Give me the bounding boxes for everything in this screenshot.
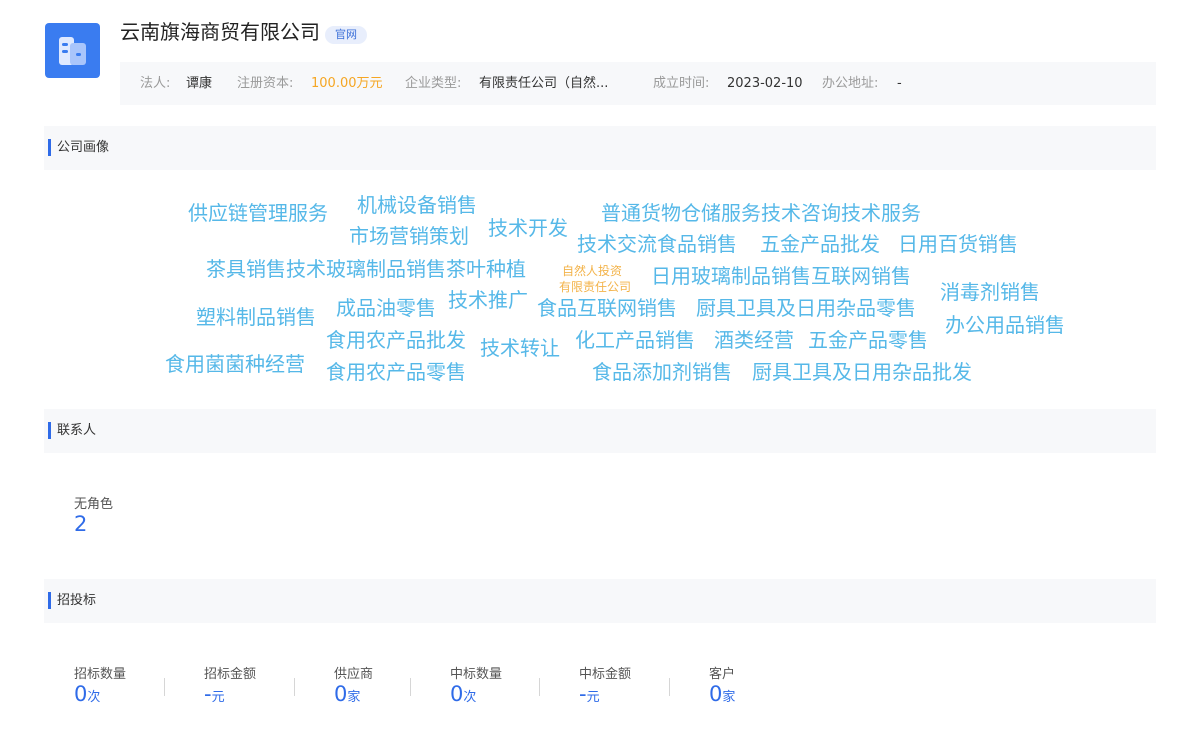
stat-number: - xyxy=(579,682,587,706)
section-accent xyxy=(48,139,51,156)
cloud-word: 消毒剂销售 xyxy=(940,280,1040,304)
stat-unit: 次 xyxy=(463,690,477,705)
cloud-word: 自然人投资 xyxy=(562,264,623,278)
stat-unit: 家 xyxy=(722,690,736,705)
stat-unit: 家 xyxy=(347,690,361,705)
bid-count-value[interactable]: 0次 xyxy=(74,682,100,710)
stat-divider xyxy=(669,678,670,696)
cloud-word: 技术交流食品销售 xyxy=(577,232,737,256)
contact-role-count[interactable]: 2 xyxy=(74,512,87,536)
cloud-word: 食品互联网销售 xyxy=(537,296,677,320)
company-info-bar: 法人: 谭康 注册资本: 100.00万元 企业类型: 有限责任公司（自然...… xyxy=(120,62,1156,105)
win-count-value[interactable]: 0次 xyxy=(450,682,476,710)
cloud-word: 技术开发 xyxy=(488,216,568,240)
cloud-word: 机械设备销售 xyxy=(357,193,477,217)
cloud-word: 日用玻璃制品销售互联网销售 xyxy=(651,264,911,288)
contact-role-label: 无角色 xyxy=(74,497,114,512)
cloud-word: 茶具销售技术玻璃制品销售茶叶种植 xyxy=(206,257,526,281)
cloud-word: 技术推广 xyxy=(448,288,528,312)
official-site-badge[interactable]: 官网 xyxy=(325,26,367,44)
supplier-value[interactable]: 0家 xyxy=(334,682,360,710)
stat-divider xyxy=(410,678,411,696)
stat-number: 0 xyxy=(334,682,348,706)
customer-label: 客户 xyxy=(709,667,736,682)
cloud-word: 五金产品零售 xyxy=(808,328,928,352)
cloud-word: 办公用品销售 xyxy=(945,313,1065,337)
building-icon xyxy=(59,37,86,65)
section-company-portrait: 公司画像 xyxy=(44,126,1156,170)
section-title: 招投标 xyxy=(57,593,97,608)
cloud-word: 技术转让 xyxy=(480,336,560,360)
stat-number: 0 xyxy=(450,682,464,706)
reg-capital-label: 注册资本: xyxy=(237,76,294,91)
section-accent xyxy=(48,422,51,439)
company-type-label: 企业类型: xyxy=(405,76,462,91)
stat-unit: 元 xyxy=(586,690,600,705)
company-name: 云南旗海商贸有限公司 xyxy=(120,20,320,44)
stat-number: 0 xyxy=(709,682,723,706)
stat-number: 0 xyxy=(74,682,88,706)
founded-label: 成立时间: xyxy=(653,76,710,91)
founded-value: 2023-02-10 xyxy=(727,76,803,91)
cloud-word: 供应链管理服务 xyxy=(188,201,328,225)
cloud-word: 成品油零售 xyxy=(336,296,436,320)
cloud-word: 市场营销策划 xyxy=(349,224,469,248)
section-contacts: 联系人 xyxy=(44,409,1156,453)
stat-unit: 元 xyxy=(211,690,225,705)
stat-number: - xyxy=(204,682,212,706)
section-bidding: 招投标 xyxy=(44,579,1156,623)
cloud-word: 塑料制品销售 xyxy=(196,305,316,329)
section-accent xyxy=(48,592,51,609)
supplier-label: 供应商 xyxy=(334,667,374,682)
cloud-word: 化工产品销售 xyxy=(575,328,695,352)
legal-rep-value[interactable]: 谭康 xyxy=(186,62,212,105)
cloud-word: 食品添加剂销售 xyxy=(592,360,732,384)
stat-divider xyxy=(539,678,540,696)
cloud-word: 有限责任公司 xyxy=(559,280,632,294)
keyword-cloud: 供应链管理服务 机械设备销售 普通货物仓储服务技术咨询技术服务 市场营销策划 技… xyxy=(0,170,1200,410)
stat-divider xyxy=(164,678,165,696)
company-logo xyxy=(45,23,100,78)
address-label: 办公地址: xyxy=(822,76,879,91)
bid-amount-label: 招标金额 xyxy=(204,667,257,682)
cloud-word: 食用农产品批发 xyxy=(326,328,466,352)
win-amount-label: 中标金额 xyxy=(579,667,632,682)
bid-amount-value[interactable]: -元 xyxy=(204,682,225,710)
cloud-word: 日用百货销售 xyxy=(898,232,1018,256)
cloud-word: 厨具卫具及日用杂品批发 xyxy=(752,360,972,384)
cloud-word: 厨具卫具及日用杂品零售 xyxy=(696,296,916,320)
cloud-word: 五金产品批发 xyxy=(760,232,880,256)
section-title: 公司画像 xyxy=(57,140,110,155)
win-count-label: 中标数量 xyxy=(450,667,503,682)
customer-value[interactable]: 0家 xyxy=(709,682,735,710)
bid-count-label: 招标数量 xyxy=(74,667,127,682)
win-amount-value[interactable]: -元 xyxy=(579,682,600,710)
cloud-word: 食用农产品零售 xyxy=(326,360,466,384)
stat-divider xyxy=(294,678,295,696)
reg-capital-value: 100.00万元 xyxy=(311,76,383,91)
company-type-value: 有限责任公司（自然... xyxy=(479,76,609,91)
cloud-word: 食用菌菌种经营 xyxy=(165,352,305,376)
legal-rep-label: 法人: xyxy=(140,76,171,91)
cloud-word: 普通货物仓储服务技术咨询技术服务 xyxy=(601,201,921,225)
address-value: - xyxy=(897,76,902,91)
cloud-word: 酒类经营 xyxy=(714,328,794,352)
stat-unit: 次 xyxy=(87,690,101,705)
section-title: 联系人 xyxy=(57,423,97,438)
